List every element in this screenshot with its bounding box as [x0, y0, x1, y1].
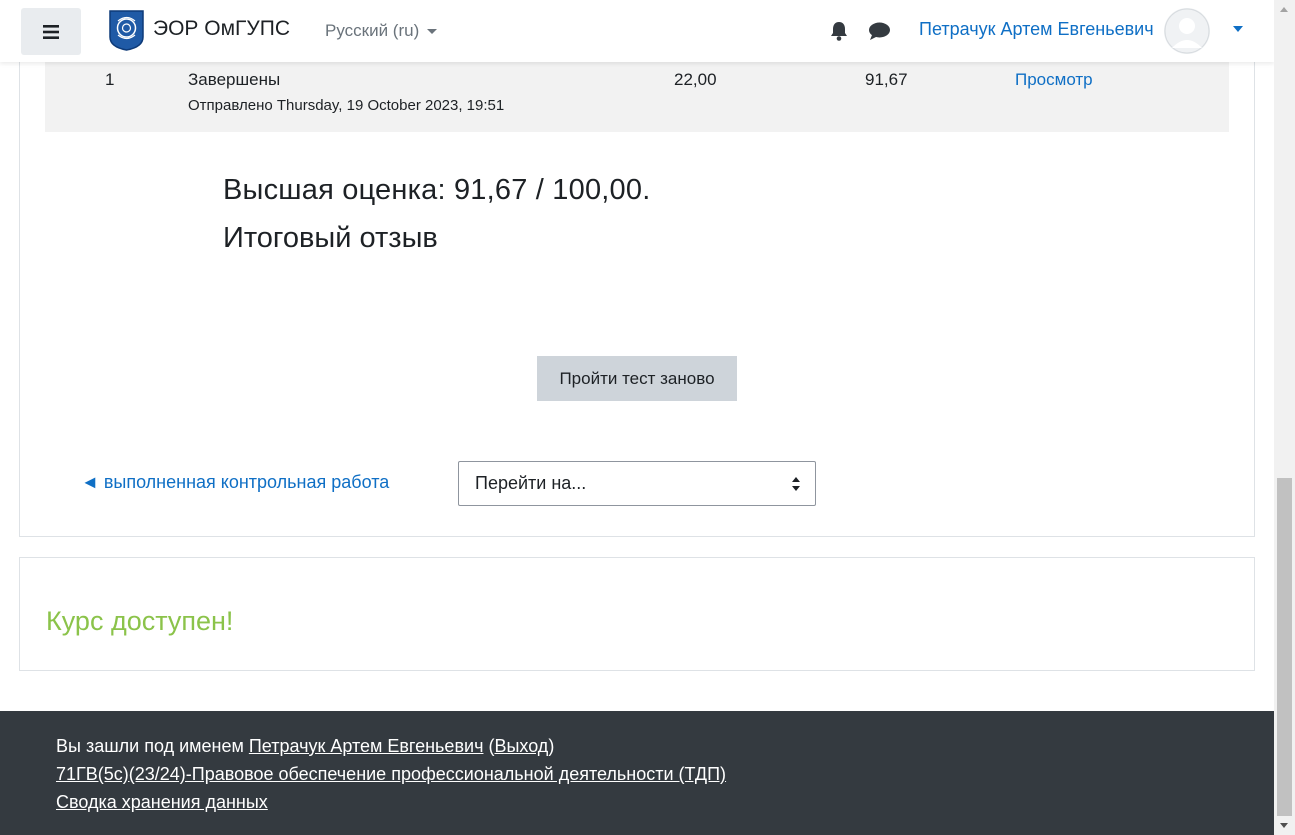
chevron-down-icon	[427, 28, 438, 34]
attempt-state: Завершены	[188, 70, 281, 89]
course-link[interactable]: 71ГВ(5с)(23/24)-Правовое обеспечение про…	[56, 764, 726, 785]
logout-open-paren: (	[483, 736, 495, 756]
language-menu[interactable]: Русский (ru)	[325, 21, 438, 41]
hamburger-icon	[43, 24, 59, 39]
retake-quiz-button[interactable]: Пройти тест заново	[537, 356, 737, 401]
table-row: 1 Завершены Отправлено Thursday, 19 Octo…	[45, 62, 1229, 132]
page-footer: Вы зашли под именем Петрачук Артем Евген…	[0, 711, 1274, 835]
login-info: Вы зашли под именем Петрачук Артем Евген…	[56, 736, 554, 757]
scroll-up-arrow-icon[interactable]	[1280, 7, 1288, 12]
overall-feedback-heading: Итоговый отзыв	[223, 222, 438, 254]
login-prefix: Вы зашли под именем	[56, 736, 249, 756]
logout-link[interactable]: Выход	[494, 736, 548, 756]
scrollbar-thumb[interactable]	[1277, 478, 1292, 816]
scroll-down-arrow-icon[interactable]	[1280, 823, 1288, 828]
chat-icon[interactable]	[868, 21, 891, 41]
language-label: Русский (ru)	[325, 21, 420, 40]
jump-to-select-value: Перейти на...	[475, 473, 587, 493]
user-menu-name[interactable]: Петрачук Артем Евгеньевич	[919, 19, 1154, 40]
prev-activity-link[interactable]: ◄ выполненная контрольная работа	[81, 472, 389, 493]
bell-icon[interactable]	[828, 20, 850, 42]
footer-user-link[interactable]: Петрачук Артем Евгеньевич	[249, 736, 484, 756]
attempt-number: 1	[105, 70, 115, 89]
avatar[interactable]	[1164, 8, 1210, 54]
course-notice-card: Курс доступен!	[19, 557, 1255, 671]
attempt-marks: 22,00	[674, 70, 717, 89]
scrollbar[interactable]	[1274, 0, 1295, 835]
drawer-toggle-button[interactable]	[21, 8, 81, 55]
data-retention-link[interactable]: Сводка хранения данных	[56, 792, 268, 813]
attempt-grade: 91,67	[865, 70, 908, 89]
site-logo-icon[interactable]	[108, 9, 145, 51]
user-menu-chevron-icon[interactable]	[1233, 26, 1243, 32]
page: 1 Завершены Отправлено Thursday, 19 Octo…	[0, 0, 1274, 835]
attempt-submitted: Отправлено Thursday, 19 October 2023, 19…	[188, 97, 505, 114]
highest-grade: Высшая оценка: 91,67 / 100,00.	[223, 174, 651, 206]
navbar: ЭОР ОмГУПС Русский (ru) Петрачук Артем Е…	[0, 0, 1274, 62]
user-avatar-icon	[1164, 8, 1210, 54]
site-name[interactable]: ЭОР ОмГУПС	[153, 17, 290, 41]
review-link[interactable]: Просмотр	[1015, 70, 1093, 90]
course-available-text: Курс доступен!	[46, 606, 234, 636]
logout-close-paren: )	[548, 736, 555, 756]
select-arrows-icon	[792, 477, 800, 491]
jump-to-select[interactable]: Перейти на...	[458, 461, 816, 506]
